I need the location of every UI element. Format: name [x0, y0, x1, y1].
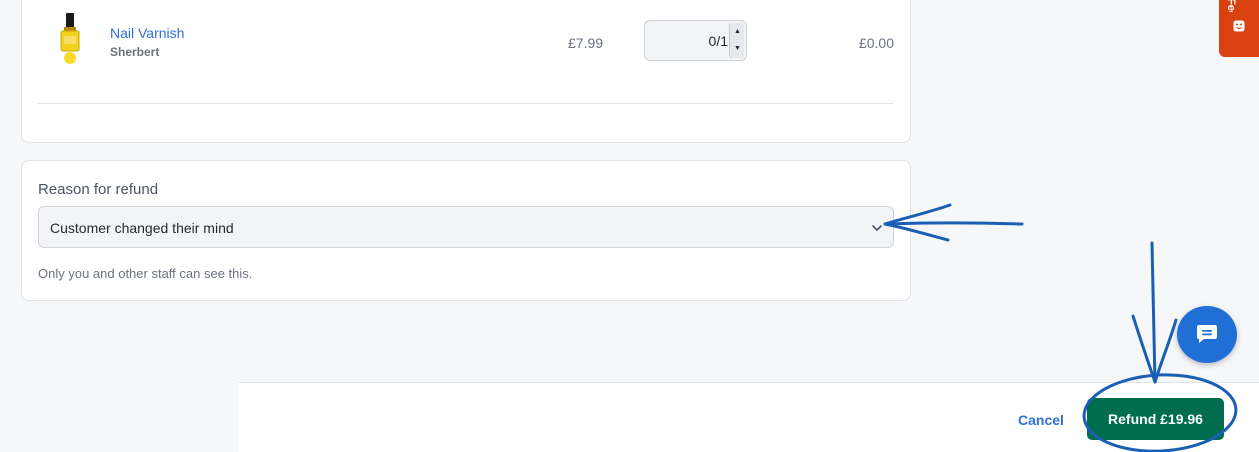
product-name-link[interactable]: Nail Varnish — [110, 25, 184, 41]
nail-varnish-thumbnail — [60, 13, 80, 64]
quantity-stepper[interactable]: ▲ ▼ — [729, 23, 744, 58]
stepper-up-arrow-icon[interactable]: ▲ — [730, 23, 745, 40]
refund-reason-card: Reason for refund Customer changed their… — [21, 160, 911, 301]
reason-selected-value: Customer changed their mind — [50, 220, 234, 236]
chat-button[interactable] — [1177, 306, 1237, 363]
cancel-button[interactable]: Cancel — [1018, 412, 1064, 428]
feedback-tab-label: Feedback — [1225, 0, 1237, 12]
quantity-value: 0/1 — [708, 33, 728, 49]
reason-select[interactable]: Customer changed their mind — [38, 206, 894, 248]
line-total: £0.00 — [858, 35, 894, 51]
annotation-arrow-to-refund — [1131, 241, 1178, 384]
product-variant: Sherbert — [110, 45, 160, 59]
product-line-card: Nail Varnish Sherbert £7.99 0/1 ▲ ▼ £0.0… — [21, 0, 911, 143]
unit-price: £7.99 — [568, 35, 604, 51]
refund-quantity-input[interactable]: 0/1 ▲ ▼ — [644, 20, 747, 61]
reason-help-text: Only you and other staff can see this. — [38, 266, 253, 281]
stepper-down-arrow-icon[interactable]: ▼ — [730, 40, 745, 57]
smiley-icon — [1233, 20, 1245, 32]
chat-icon — [1197, 325, 1217, 343]
refund-button[interactable]: Refund £19.96 — [1087, 398, 1224, 440]
footer-action-bar: Cancel Refund £19.96 — [238, 382, 1259, 452]
reason-label: Reason for refund — [38, 181, 159, 198]
divider — [38, 103, 894, 104]
chevron-down-icon — [872, 225, 882, 231]
feedback-tab[interactable]: Feedback — [1219, 0, 1259, 57]
